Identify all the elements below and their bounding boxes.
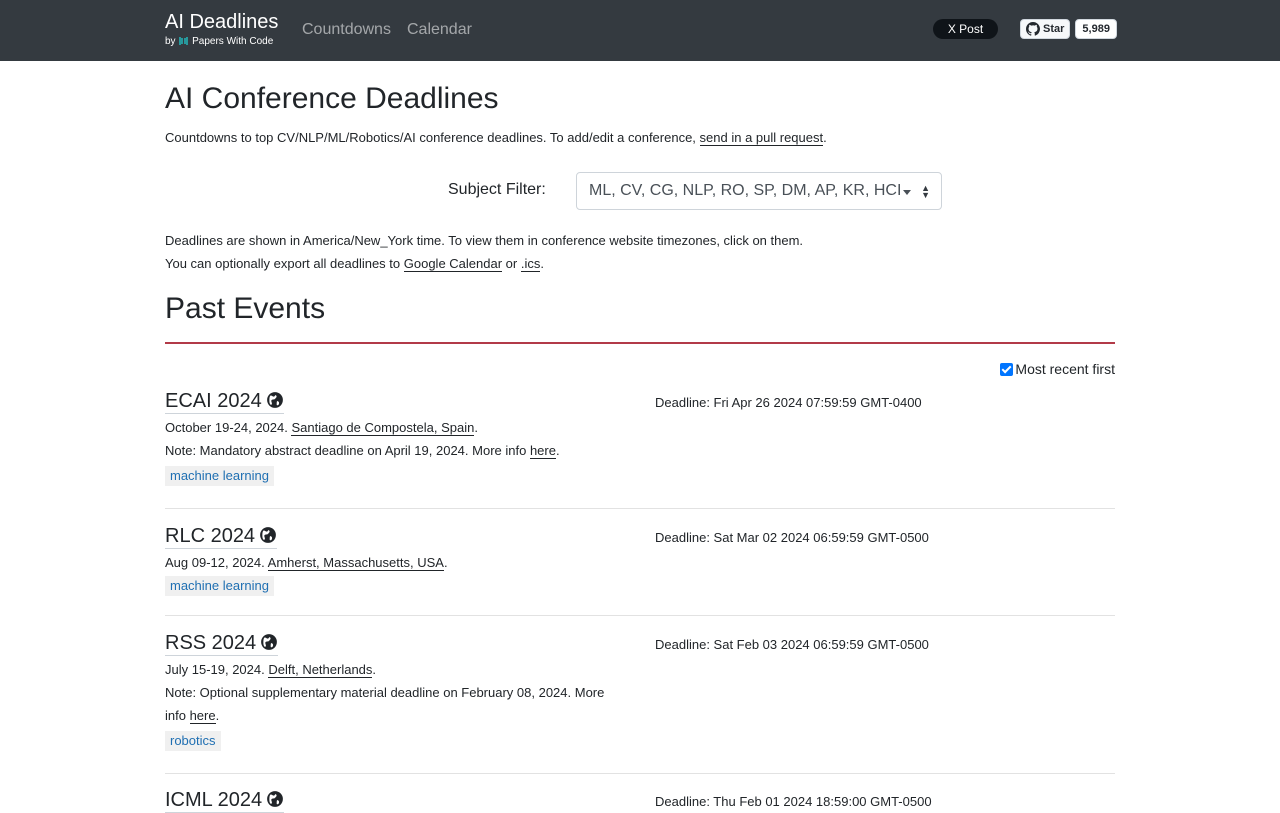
conference-location-link[interactable]: Santiago de Compostela, Spain — [291, 420, 475, 436]
select-updown-icon: ▲ ▼ — [921, 183, 930, 200]
conference-dates-line: Aug 09-12, 2024. Amherst, Massachusetts,… — [165, 555, 448, 571]
export-end: . — [540, 256, 544, 271]
more-info-link[interactable]: here — [189, 708, 216, 724]
conference-deadline: Deadline: Sat Mar 02 2024 06:59:59 GMT-0… — [655, 530, 929, 545]
papers-with-code-icon — [179, 37, 188, 45]
brand-by-text: by — [165, 36, 176, 47]
conference-location-link[interactable]: Amherst, Massachusetts, USA — [267, 555, 444, 571]
google-calendar-link[interactable]: Google Calendar — [403, 256, 503, 272]
conference-item: ICML 2024 Deadline: Thu Feb 01 2024 18:5… — [165, 788, 1115, 813]
conference-name: RSS 2024 — [165, 632, 257, 654]
conference-dates: October 19-24, 2024. — [165, 420, 292, 435]
conference-info: July 15-19, 2024. Delft, Netherlands. No… — [165, 658, 625, 752]
conference-location-link[interactable]: Delft, Netherlands — [268, 662, 373, 678]
conference-note-text: Note: Mandatory abstract deadline on Apr… — [165, 443, 530, 458]
subject-filter-select[interactable]: ML, CV, CG, NLP, RO, SP, DM, AP, KR, HCI… — [576, 172, 942, 210]
x-post-button[interactable]: X Post — [933, 19, 998, 39]
brand-byline: by Papers With Code — [165, 36, 278, 47]
globe-icon — [266, 392, 283, 408]
x-post-label: X Post — [947, 22, 984, 36]
conference-deadline: Deadline: Sat Feb 03 2024 06:59:59 GMT-0… — [655, 637, 929, 652]
conference-info: October 19-24, 2024. Santiago de Compost… — [165, 416, 625, 487]
conference-dates-line: July 15-19, 2024. Delft, Netherlands. — [165, 662, 377, 678]
brand-title: AI Deadlines — [165, 11, 279, 33]
row-divider — [165, 773, 1115, 774]
brand-link[interactable]: AI Deadlines by Papers With Code — [165, 11, 278, 47]
conference-deadline: Deadline: Fri Apr 26 2024 07:59:59 GMT-0… — [655, 395, 922, 410]
nav-calendar[interactable]: Calendar — [407, 21, 472, 39]
github-star-count[interactable]: 5,989 — [1075, 19, 1117, 39]
subject-tag[interactable]: machine learning — [165, 466, 275, 486]
conference-name: RLC 2024 — [165, 525, 256, 547]
ics-link[interactable]: .ics — [520, 256, 541, 272]
most-recent-checkbox[interactable] — [1000, 362, 1014, 376]
conference-item: RLC 2024 Aug 09-12, 2024. Amherst, Massa… — [165, 524, 1115, 597]
brand-sub-text: Papers With Code — [192, 36, 274, 47]
conference-note: Note: Optional supplementary material de… — [165, 685, 605, 724]
globe-icon — [261, 634, 278, 650]
globe-icon — [267, 791, 283, 807]
intro-text: Countdowns to top CV/NLP/ML/Robotics/AI … — [165, 129, 827, 147]
conference-info: Aug 09-12, 2024. Amherst, Massachusetts,… — [165, 551, 625, 597]
nav-countdowns[interactable]: Countdowns — [302, 21, 391, 39]
globe-icon — [260, 527, 276, 543]
row-divider — [165, 615, 1115, 616]
conference-name-link[interactable]: ICML 2024 — [165, 788, 285, 813]
github-star-button[interactable]: Star — [1020, 19, 1071, 39]
timezone-line: Deadlines are shown in America/New_York … — [165, 233, 804, 248]
subject-filter-value: ML, CV, CG, NLP, RO, SP, DM, AP, KR, HCI — [589, 182, 902, 199]
github-star-widget: Star 5,989 — [1020, 19, 1117, 39]
row-divider — [165, 508, 1115, 509]
github-star-label: Star — [1043, 23, 1065, 35]
pull-request-link[interactable]: send in a pull request — [699, 130, 824, 146]
conference-dates: July 15-19, 2024. — [165, 662, 269, 677]
page-title: AI Conference Deadlines — [165, 82, 499, 115]
conference-deadline: Deadline: Thu Feb 01 2024 18:59:00 GMT-0… — [655, 794, 932, 809]
subject-filter-label: Subject Filter: — [448, 181, 546, 198]
subject-tag[interactable]: robotics — [165, 731, 221, 751]
intro-body: Countdowns to top CV/NLP/ML/Robotics/AI … — [165, 130, 700, 145]
github-icon — [1026, 22, 1040, 36]
past-events-title: Past Events — [165, 292, 326, 325]
conference-note: Note: Mandatory abstract deadline on Apr… — [165, 443, 560, 459]
conference-name-link[interactable]: RLC 2024 — [165, 524, 278, 549]
section-divider — [165, 342, 1115, 344]
timezone-note: Deadlines are shown in America/New_York … — [165, 229, 803, 275]
more-info-link[interactable]: here — [529, 443, 556, 459]
intro-end: . — [823, 130, 827, 145]
export-line: You can optionally export all deadlines … — [165, 252, 803, 275]
conference-name: ICML 2024 — [165, 789, 263, 811]
dropdown-caret-icon — [903, 190, 911, 195]
conference-dates-line: October 19-24, 2024. Santiago de Compost… — [165, 420, 478, 436]
conference-dates: Aug 09-12, 2024. — [165, 555, 268, 570]
conference-name-link[interactable]: ECAI 2024 — [165, 389, 284, 414]
export-prefix: You can optionally export all deadlines … — [165, 256, 404, 271]
conference-name: ECAI 2024 — [165, 390, 262, 412]
navbar: AI Deadlines by Papers With Code Countdo… — [0, 0, 1280, 61]
export-or: or — [502, 256, 521, 271]
conference-note-text: Note: Optional supplementary material de… — [165, 685, 605, 723]
most-recent-label: Most recent first — [1015, 361, 1115, 377]
conference-item: ECAI 2024 October 19-24, 2024. Santiago … — [165, 389, 1115, 487]
sort-toggle[interactable]: Most recent first — [1000, 361, 1115, 377]
conference-item: RSS 2024 July 15-19, 2024. Delft, Nether… — [165, 631, 1115, 752]
conference-name-link[interactable]: RSS 2024 — [165, 631, 279, 656]
subject-tag[interactable]: machine learning — [165, 576, 275, 596]
